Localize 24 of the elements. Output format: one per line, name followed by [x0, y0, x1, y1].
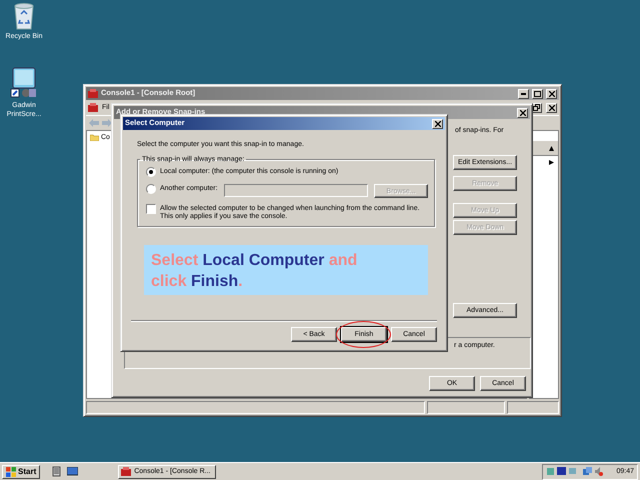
close-button[interactable] [546, 88, 557, 98]
console-icon [88, 103, 98, 112]
server-icon[interactable] [52, 466, 64, 477]
instruction-callout: Select Local Computer and click Finish. [144, 245, 428, 295]
close-button[interactable] [432, 118, 443, 128]
folder-icon [90, 134, 99, 141]
expand-arrow-icon [549, 160, 554, 165]
minimize-button[interactable] [518, 88, 529, 98]
sort-arrow-icon [549, 146, 554, 150]
speaker-icon[interactable] [594, 467, 603, 476]
start-button[interactable]: Start [2, 464, 40, 478]
radio-button[interactable] [146, 184, 156, 194]
status-pane [507, 401, 559, 414]
radio-button[interactable] [146, 167, 156, 177]
console-icon [121, 467, 132, 476]
close-button[interactable] [546, 102, 557, 112]
windows-logo-icon [6, 466, 16, 476]
maximize-button[interactable] [532, 88, 543, 98]
desktop-icon[interactable] [67, 467, 78, 476]
minimize-icon [521, 92, 526, 94]
checkbox[interactable] [146, 204, 156, 214]
recycle-bin-icon[interactable] [13, 2, 35, 30]
close-button[interactable] [517, 108, 528, 118]
console-icon [88, 89, 98, 98]
